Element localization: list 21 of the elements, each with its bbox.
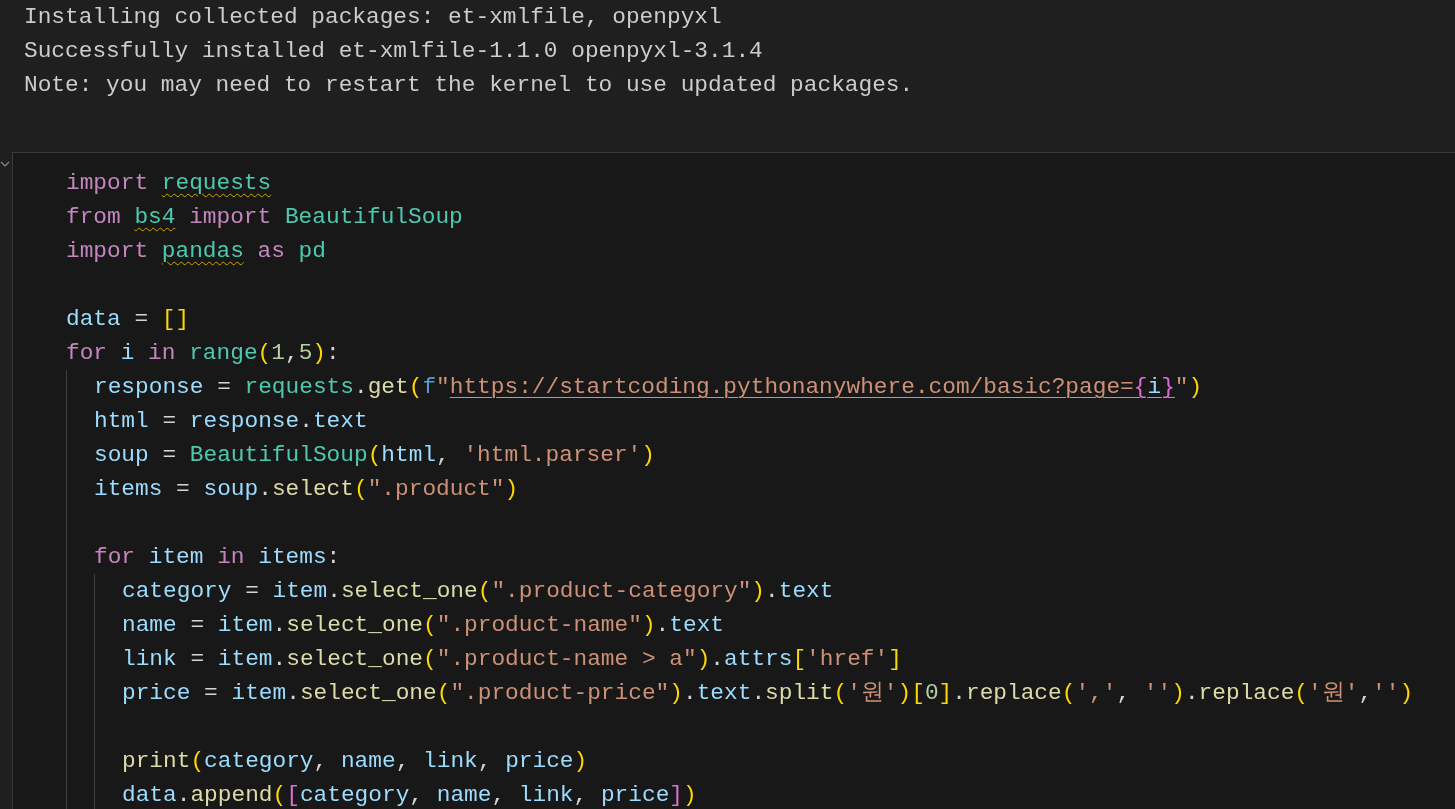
output-line: Successfully installed et-xmlfile-1.1.0 openpyxl-3.1.4 (24, 36, 763, 66)
code-line: items = soup.select(".product") (94, 474, 519, 504)
code-line: name = item.select_one(".product-name").text (122, 610, 725, 640)
output-line: Note: you may need to restart the kernel to use updated packages. (24, 70, 914, 100)
code-line: data = [] (66, 304, 190, 334)
code-line: import pandas as pd (66, 236, 326, 266)
code-cell[interactable] (12, 152, 1455, 809)
code-line: data.append([category, name, link, price]) (122, 780, 697, 809)
code-line: html = response.text (94, 406, 368, 436)
code-line: response = requests.get(f"https://startcoding.pythonanywhere.com/basic?page={i}") (94, 372, 1203, 402)
chevron-down-icon[interactable] (0, 160, 10, 168)
code-line: for item in items: (94, 542, 341, 572)
code-line: category = item.select_one(".product-category").text (122, 576, 834, 606)
code-line: price = item.select_one(".product-price").text.split('원')[0].replace(',', '').replace('원','') (122, 678, 1414, 708)
code-line: link = item.select_one(".product-name > a").attrs['href'] (122, 644, 902, 674)
code-line: print(category, name, link, price) (122, 746, 588, 776)
output-line: Installing collected packages: et-xmlfile, openpyxl (24, 2, 722, 32)
code-line: from bs4 import BeautifulSoup (66, 202, 463, 232)
code-line: for i in range(1,5): (66, 338, 340, 368)
code-line: import requests (66, 168, 272, 198)
code-line: soup = BeautifulSoup(html, 'html.parser') (94, 440, 655, 470)
